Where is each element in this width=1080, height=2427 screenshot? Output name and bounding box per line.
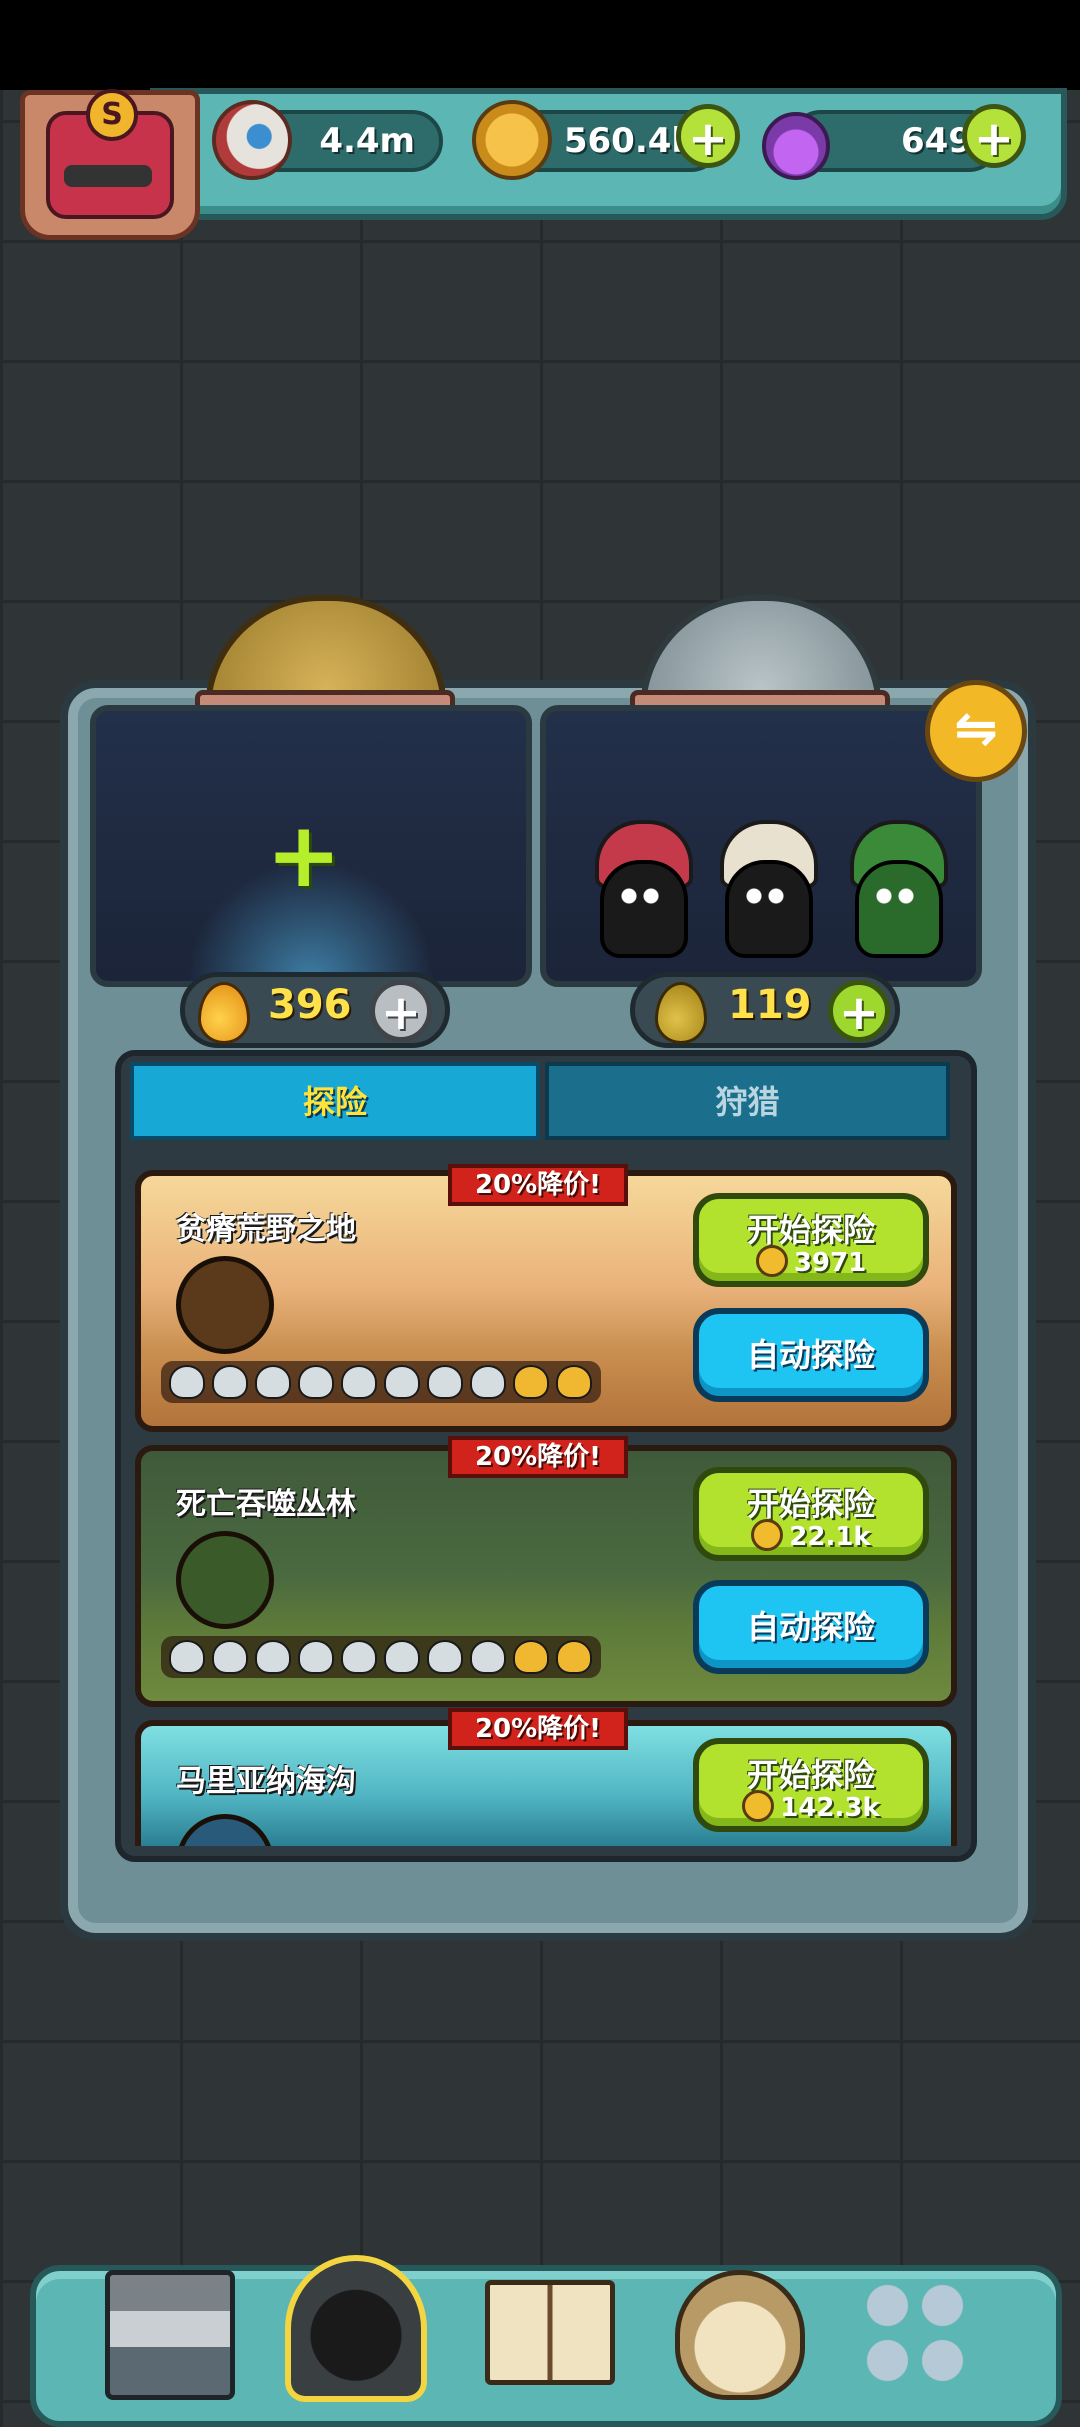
expedition-cost: 142.3k [699,1790,923,1823]
potion-count: 649 [901,121,972,161]
book-nav-icon[interactable] [485,2280,615,2385]
monster-lair-nav-icon[interactable] [285,2255,427,2402]
tab-hunt[interactable]: 狩猎 [545,1062,950,1140]
coin-icon [472,100,552,180]
right-drop-count: 119 [728,982,812,1028]
expedition-cost: 3971 [699,1245,923,1278]
auto-expedition-button[interactable]: 自动探险 [693,1580,929,1674]
skull-icon [384,1640,420,1674]
skull-icon [169,1365,205,1399]
empty-team-slot[interactable]: + [90,705,532,987]
status-bar-area [0,0,1080,90]
discount-banner: 20%降价! [448,1436,628,1478]
discount-banner: 20%降价! [448,1164,628,1206]
monster-avatar[interactable] [840,820,950,960]
start-expedition-button[interactable]: 开始探险 142.3k [693,1738,929,1832]
shop-nav-icon[interactable] [105,2270,235,2400]
skull-icon [169,1640,205,1674]
start-expedition-button[interactable]: 开始探险 22.1k [693,1467,929,1561]
gold-skull-icon [556,1365,592,1399]
rank-progress-slots [64,165,152,187]
expedition-cost: 22.1k [699,1519,923,1552]
coin-count: 560.4k [563,121,694,161]
skull-icon [427,1365,463,1399]
coin-icon [751,1519,784,1551]
skull-icon [298,1640,334,1674]
expedition-name: 死亡吞噬丛林 [176,1487,356,1522]
cost-value: 142.3k [780,1793,880,1823]
eyeball-icon [212,100,292,180]
monster-eyes [619,888,661,904]
skull-icon [427,1640,463,1674]
skull-icon [341,1640,377,1674]
potion-icon [762,112,830,180]
skull-icon [341,1365,377,1399]
swap-button[interactable]: ⇋ [925,680,1027,782]
gold-skull-icon [556,1640,592,1674]
rank-badge-emblem: S [46,89,174,219]
tab-explore[interactable]: 探险 [130,1062,540,1140]
skull-icon [470,1640,506,1674]
add-monster-icon: + [266,803,342,908]
skull-icon [384,1365,420,1399]
skull-icon [255,1365,291,1399]
add-right-drop-button[interactable]: + [828,980,890,1042]
region-emblem-icon [176,1531,274,1629]
monster-body [600,860,688,958]
gold-skull-icon [513,1640,549,1674]
rank-badge[interactable]: S [20,89,200,240]
skull-icon [212,1640,248,1674]
cost-value: 22.1k [789,1522,871,1552]
expedition-name: 贫瘠荒野之地 [176,1212,356,1247]
eyeball-count: 4.4m [319,121,415,161]
left-drop-count: 396 [268,982,352,1028]
cost-value: 3971 [793,1248,867,1278]
grid-menu-nav-icon[interactable] [860,2278,970,2388]
add-potions-button[interactable]: + [962,104,1026,168]
skull-icon [255,1640,291,1674]
coin-icon [742,1790,775,1822]
monster-eyes [874,888,916,904]
monster-eyes [744,888,786,904]
region-emblem-icon [176,1814,274,1846]
expedition-name: 马里亚纳海沟 [176,1764,356,1799]
difficulty-row [161,1361,601,1403]
region-emblem-icon [176,1256,274,1354]
monster-avatar[interactable] [585,820,695,960]
add-left-drop-button[interactable]: + [370,980,432,1042]
discount-banner: 20%降价! [448,1708,628,1750]
skull-icon [212,1365,248,1399]
treasure-bag-nav-icon[interactable] [675,2270,805,2400]
monster-body [855,860,943,958]
auto-expedition-button[interactable]: 自动探险 [693,1308,929,1402]
start-expedition-button[interactable]: 开始探险 3971 [693,1193,929,1287]
monster-avatar[interactable] [710,820,820,960]
add-coins-button[interactable]: + [676,104,740,168]
gold-skull-icon [513,1365,549,1399]
difficulty-row [161,1636,601,1678]
skull-icon [298,1365,334,1399]
monster-body [725,860,813,958]
rank-letter: S [86,89,138,141]
skull-icon [470,1365,506,1399]
coin-icon [755,1245,788,1277]
